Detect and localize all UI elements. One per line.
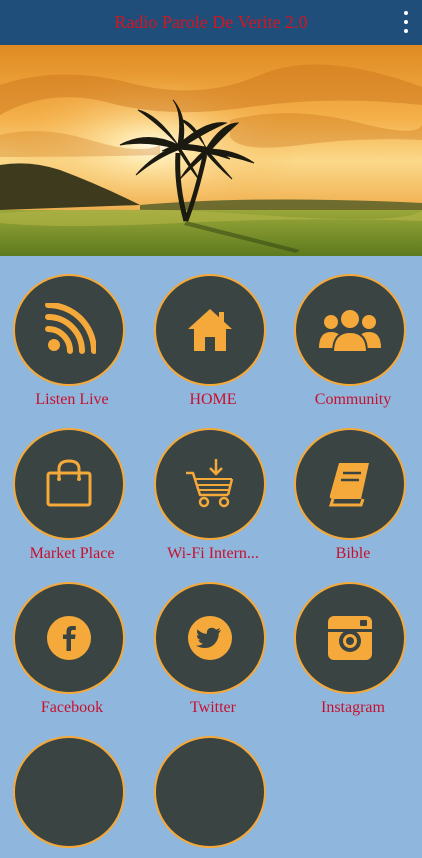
tile-instagram[interactable]: Instagram — [288, 564, 418, 716]
tile-label: Facebook — [40, 699, 104, 716]
tile-circle — [13, 736, 125, 848]
tile-partial[interactable] — [7, 718, 137, 858]
tile-partial[interactable] — [148, 718, 278, 858]
tile-circle — [294, 274, 406, 386]
tile-label: Market Place — [29, 545, 115, 562]
twitter-icon — [188, 616, 232, 660]
tile-wifi-internet[interactable]: Wi-Fi Intern... — [148, 410, 278, 562]
more-menu-button[interactable] — [400, 9, 412, 35]
tile-label: Wi-Fi Intern... — [167, 545, 259, 562]
tile-circle — [154, 428, 266, 540]
tile-label: Instagram — [321, 699, 385, 716]
tile-listen-live[interactable]: Listen Live — [7, 256, 137, 408]
tile-label: HOME — [189, 391, 237, 408]
banner-slideshow[interactable] — [0, 45, 422, 256]
cart-download-icon — [186, 459, 234, 508]
rss-icon — [45, 303, 96, 354]
top-app-bar: Radio Parole De Verite 2.0 — [0, 0, 422, 45]
tile-circle — [13, 274, 125, 386]
banner-image — [0, 45, 422, 256]
facebook-icon — [47, 616, 91, 660]
tile-circle — [154, 736, 266, 848]
tile-community[interactable]: Community — [288, 256, 418, 408]
tile-market-place[interactable]: Market Place — [7, 410, 137, 562]
home-icon — [188, 309, 232, 351]
tile-circle — [294, 428, 406, 540]
tile-facebook[interactable]: Facebook — [7, 564, 137, 716]
book-icon — [328, 463, 369, 507]
tile-circle — [13, 582, 125, 694]
tile-label: Community — [314, 391, 392, 408]
tile-home[interactable]: HOME — [148, 256, 278, 408]
app-title: Radio Parole De Verite 2.0 — [114, 12, 308, 32]
more-vertical-icon — [404, 11, 408, 33]
tile-label: Twitter — [190, 699, 236, 716]
tile-circle — [154, 582, 266, 694]
tile-twitter[interactable]: Twitter — [148, 564, 278, 716]
tile-circle — [154, 274, 266, 386]
tile-circle — [13, 428, 125, 540]
shopping-bag-icon — [46, 459, 92, 507]
tile-label: Bible — [335, 545, 371, 562]
users-icon — [319, 308, 381, 352]
tile-circle — [294, 582, 406, 694]
tile-label: Listen Live — [35, 391, 109, 408]
tile-bible[interactable]: Bible — [288, 410, 418, 562]
instagram-icon — [328, 616, 372, 660]
